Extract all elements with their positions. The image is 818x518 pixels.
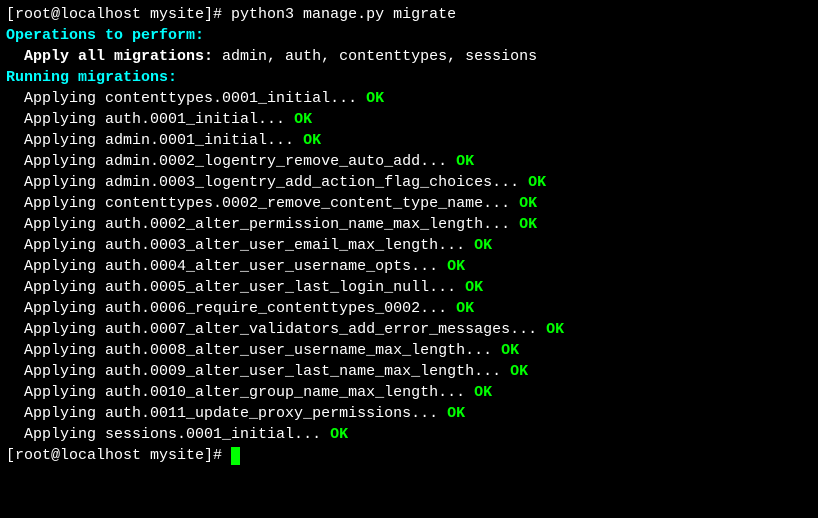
migration-name: contenttypes.0001_initial... bbox=[105, 90, 366, 107]
terminal-line: Applying auth.0010_alter_group_name_max_… bbox=[6, 382, 812, 403]
shell-command: python3 manage.py migrate bbox=[231, 6, 456, 23]
terminal-line: [root@localhost mysite]# python3 manage.… bbox=[6, 4, 812, 25]
migration-name: auth.0002_alter_permission_name_max_leng… bbox=[105, 216, 519, 233]
running-header: Running migrations: bbox=[6, 69, 177, 86]
status-ok: OK bbox=[519, 195, 537, 212]
terminal-line: Applying sessions.0001_initial... OK bbox=[6, 424, 812, 445]
cursor[interactable] bbox=[231, 447, 240, 465]
status-ok: OK bbox=[456, 300, 474, 317]
migration-name: sessions.0001_initial... bbox=[105, 426, 330, 443]
terminal-line: Applying admin.0001_initial... OK bbox=[6, 130, 812, 151]
migration-name: admin.0001_initial... bbox=[105, 132, 303, 149]
terminal-line: [root@localhost mysite]# bbox=[6, 445, 812, 466]
terminal-line: Apply all migrations: admin, auth, conte… bbox=[6, 46, 812, 67]
terminal-line: Running migrations: bbox=[6, 67, 812, 88]
migration-name: auth.0006_require_contenttypes_0002... bbox=[105, 300, 456, 317]
migration-name: auth.0005_alter_user_last_login_null... bbox=[105, 279, 465, 296]
migration-name: admin.0002_logentry_remove_auto_add... bbox=[105, 153, 456, 170]
applying-label: Applying bbox=[6, 90, 105, 107]
status-ok: OK bbox=[510, 363, 528, 380]
apps-list: admin, auth, contenttypes, sessions bbox=[213, 48, 537, 65]
applying-label: Applying bbox=[6, 195, 105, 212]
operations-header: Operations to perform: bbox=[6, 27, 204, 44]
migration-name: auth.0010_alter_group_name_max_length... bbox=[105, 384, 474, 401]
applying-label: Applying bbox=[6, 237, 105, 254]
terminal-line: Applying auth.0008_alter_user_username_m… bbox=[6, 340, 812, 361]
shell-prompt: [root@localhost mysite]# bbox=[6, 447, 231, 464]
status-ok: OK bbox=[528, 174, 546, 191]
applying-label: Applying bbox=[6, 426, 105, 443]
migration-name: auth.0001_initial... bbox=[105, 111, 294, 128]
applying-label: Applying bbox=[6, 132, 105, 149]
status-ok: OK bbox=[303, 132, 321, 149]
migration-name: contenttypes.0002_remove_content_type_na… bbox=[105, 195, 519, 212]
status-ok: OK bbox=[474, 384, 492, 401]
status-ok: OK bbox=[501, 342, 519, 359]
status-ok: OK bbox=[330, 426, 348, 443]
status-ok: OK bbox=[546, 321, 564, 338]
status-ok: OK bbox=[465, 279, 483, 296]
terminal-line: Applying auth.0011_update_proxy_permissi… bbox=[6, 403, 812, 424]
status-ok: OK bbox=[366, 90, 384, 107]
terminal-line: Applying auth.0009_alter_user_last_name_… bbox=[6, 361, 812, 382]
applying-label: Applying bbox=[6, 216, 105, 233]
applying-label: Applying bbox=[6, 363, 105, 380]
terminal-line: Applying auth.0004_alter_user_username_o… bbox=[6, 256, 812, 277]
terminal-line: Applying auth.0002_alter_permission_name… bbox=[6, 214, 812, 235]
applying-label: Applying bbox=[6, 321, 105, 338]
terminal-line: Applying auth.0006_require_contenttypes_… bbox=[6, 298, 812, 319]
migration-name: auth.0003_alter_user_email_max_length... bbox=[105, 237, 474, 254]
terminal-line: Applying auth.0001_initial... OK bbox=[6, 109, 812, 130]
status-ok: OK bbox=[456, 153, 474, 170]
terminal-line: Applying admin.0002_logentry_remove_auto… bbox=[6, 151, 812, 172]
status-ok: OK bbox=[294, 111, 312, 128]
terminal-output: [root@localhost mysite]# python3 manage.… bbox=[6, 4, 812, 466]
status-ok: OK bbox=[519, 216, 537, 233]
migration-name: auth.0007_alter_validators_add_error_mes… bbox=[105, 321, 546, 338]
terminal-line: Applying auth.0003_alter_user_email_max_… bbox=[6, 235, 812, 256]
status-ok: OK bbox=[447, 405, 465, 422]
status-ok: OK bbox=[474, 237, 492, 254]
shell-prompt: [root@localhost mysite]# bbox=[6, 6, 231, 23]
terminal-line: Applying auth.0007_alter_validators_add_… bbox=[6, 319, 812, 340]
terminal-line: Applying contenttypes.0001_initial... OK bbox=[6, 88, 812, 109]
applying-label: Applying bbox=[6, 342, 105, 359]
terminal-line: Applying admin.0003_logentry_add_action_… bbox=[6, 172, 812, 193]
status-ok: OK bbox=[447, 258, 465, 275]
applying-label: Applying bbox=[6, 279, 105, 296]
migration-name: auth.0004_alter_user_username_opts... bbox=[105, 258, 447, 275]
applying-label: Applying bbox=[6, 258, 105, 275]
terminal-line: Operations to perform: bbox=[6, 25, 812, 46]
applying-label: Applying bbox=[6, 153, 105, 170]
applying-label: Applying bbox=[6, 405, 105, 422]
terminal-line: Applying contenttypes.0002_remove_conten… bbox=[6, 193, 812, 214]
apply-all-label: Apply all migrations: bbox=[6, 48, 213, 65]
migration-name: auth.0009_alter_user_last_name_max_lengt… bbox=[105, 363, 510, 380]
migration-name: admin.0003_logentry_add_action_flag_choi… bbox=[105, 174, 528, 191]
applying-label: Applying bbox=[6, 174, 105, 191]
applying-label: Applying bbox=[6, 384, 105, 401]
terminal-line: Applying auth.0005_alter_user_last_login… bbox=[6, 277, 812, 298]
applying-label: Applying bbox=[6, 300, 105, 317]
migration-name: auth.0008_alter_user_username_max_length… bbox=[105, 342, 501, 359]
applying-label: Applying bbox=[6, 111, 105, 128]
migration-name: auth.0011_update_proxy_permissions... bbox=[105, 405, 447, 422]
